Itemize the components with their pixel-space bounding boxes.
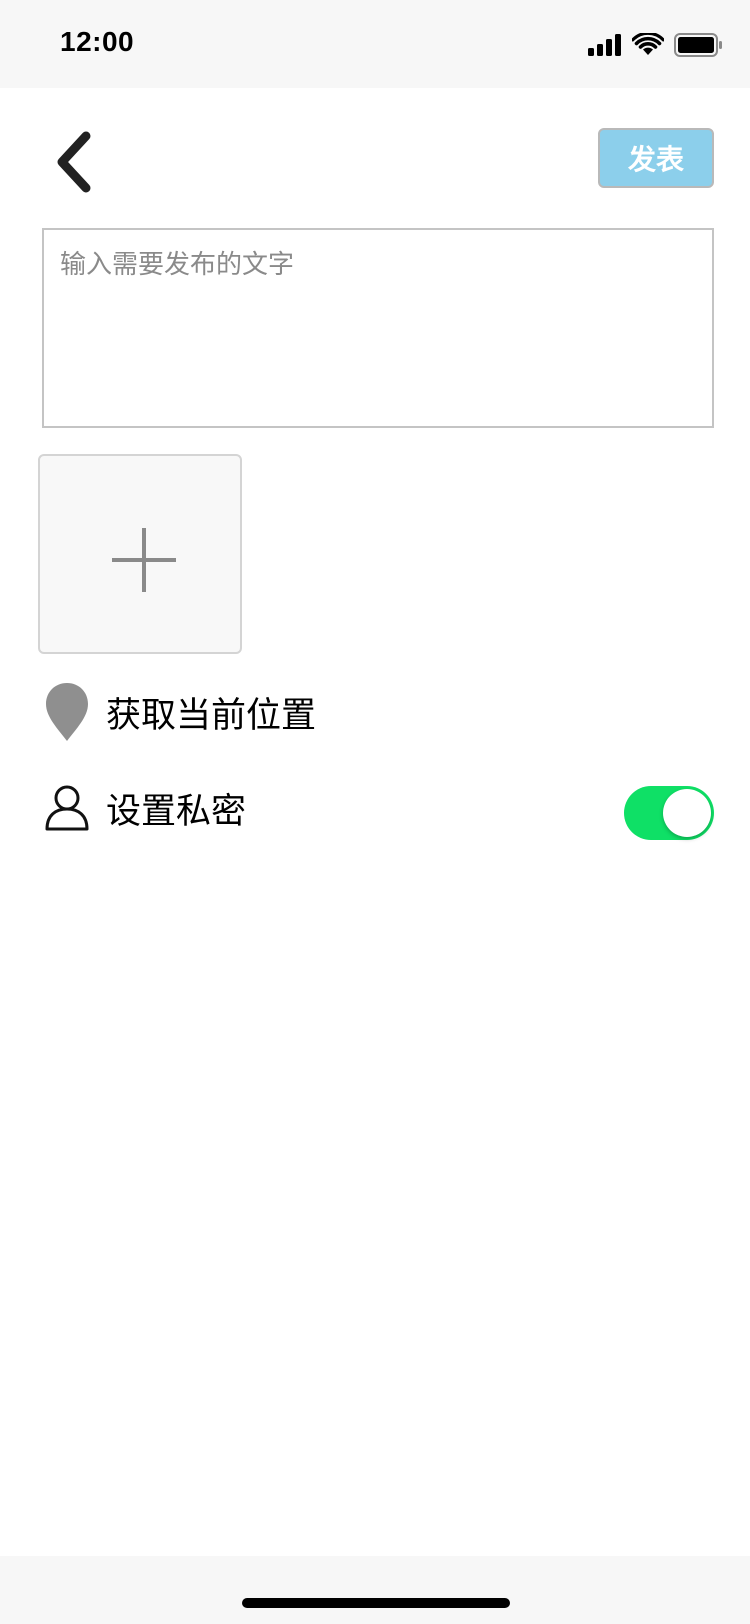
publish-button[interactable]: 发表 bbox=[598, 128, 714, 188]
battery-icon bbox=[674, 33, 722, 57]
privacy-label: 设置私密 bbox=[106, 791, 247, 832]
user-icon bbox=[45, 785, 89, 831]
bottom-bar bbox=[0, 1556, 750, 1624]
privacy-row: 设置私密 bbox=[44, 778, 246, 838]
post-text-input[interactable] bbox=[42, 228, 714, 428]
chevron-left-icon bbox=[57, 131, 91, 193]
home-indicator[interactable] bbox=[242, 1598, 510, 1608]
add-image-button[interactable] bbox=[38, 454, 242, 654]
location-label: 获取当前位置 bbox=[106, 695, 317, 736]
map-pin-icon bbox=[46, 683, 88, 741]
get-location-row[interactable]: 获取当前位置 bbox=[44, 680, 316, 744]
status-time: 12:00 bbox=[60, 26, 135, 57]
toggle-knob bbox=[663, 789, 711, 837]
status-icons bbox=[588, 30, 722, 60]
status-bar: 12:00 bbox=[0, 0, 750, 88]
wifi-icon bbox=[632, 33, 664, 55]
back-button[interactable] bbox=[48, 124, 108, 204]
privacy-toggle[interactable] bbox=[624, 786, 714, 840]
signal-icon bbox=[588, 34, 621, 56]
